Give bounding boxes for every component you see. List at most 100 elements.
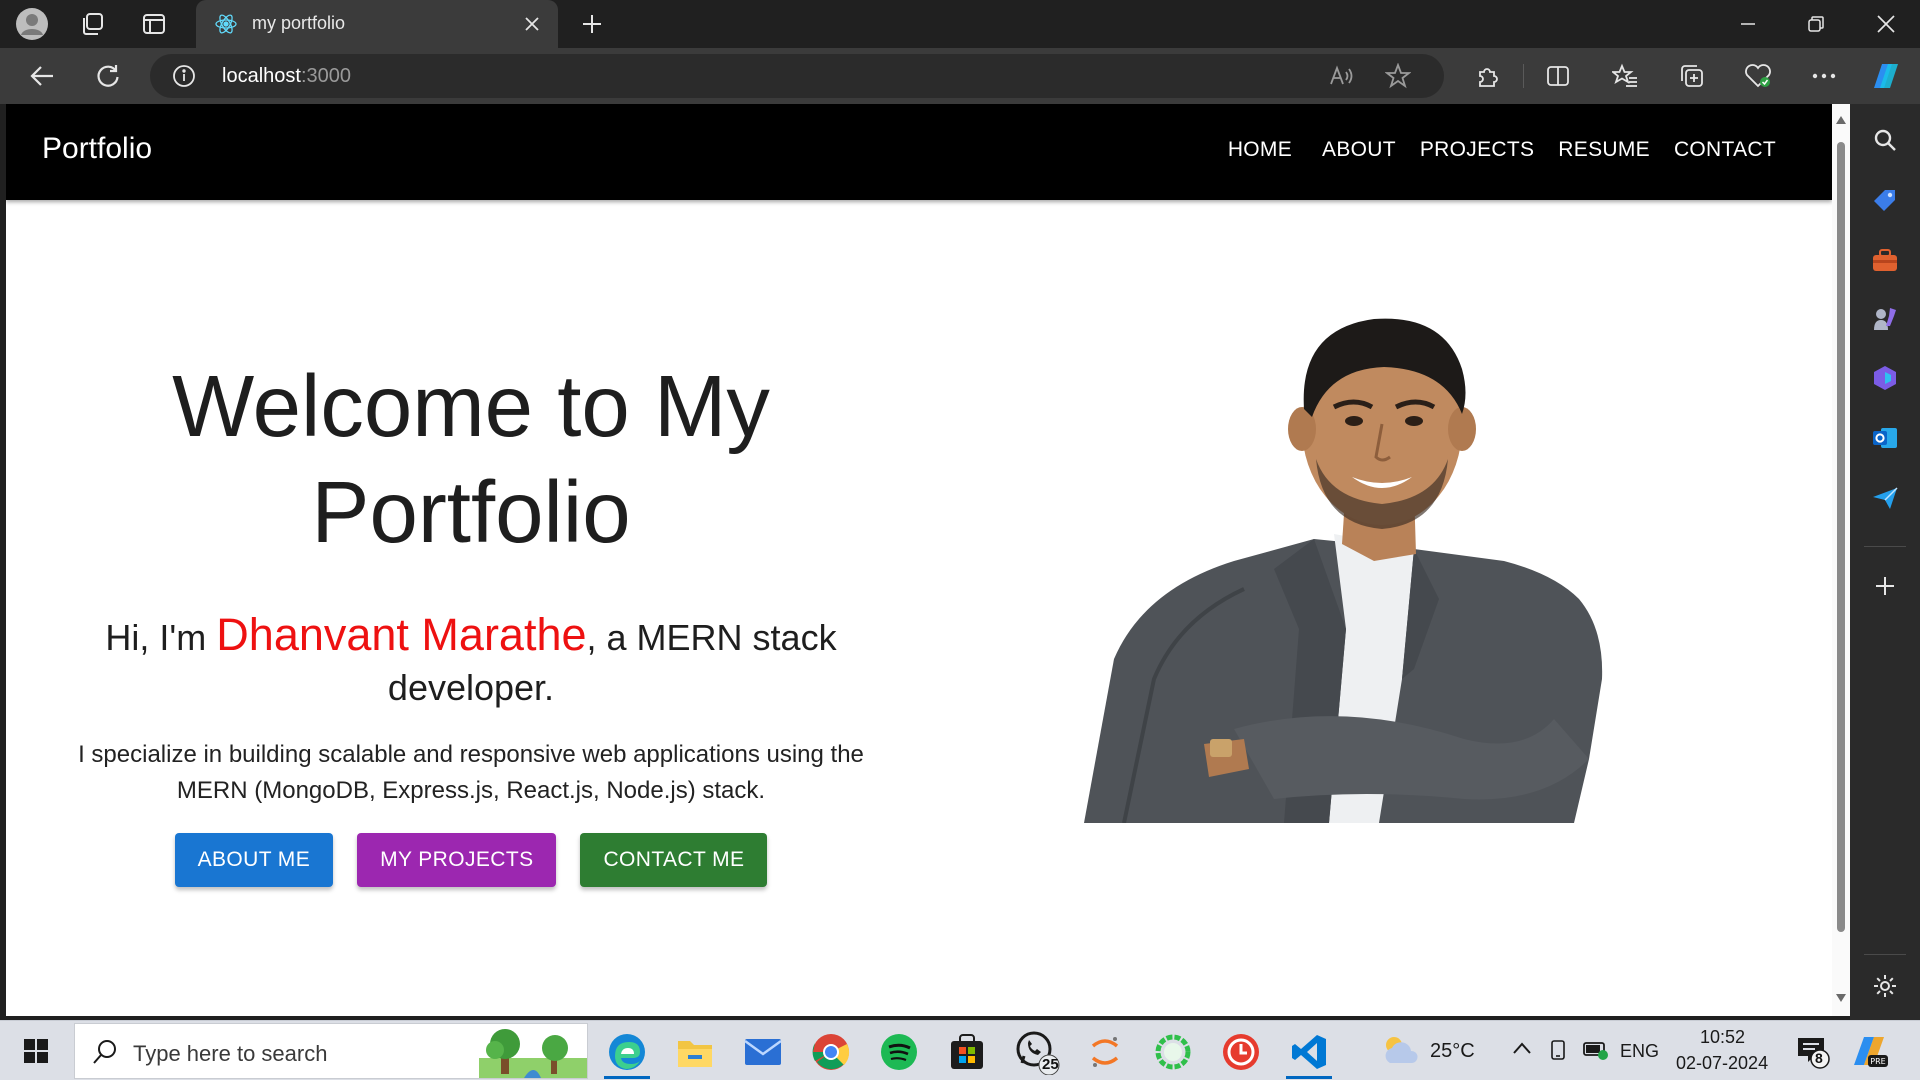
whatsapp-unread-badge: 25 xyxy=(1042,1056,1059,1073)
hero-sub-suffix: , a MERN stack xyxy=(586,617,837,658)
profile-photo xyxy=(1084,318,1603,823)
weather-temperature[interactable]: 25°C xyxy=(1430,1040,1475,1063)
copilot-preview-icon[interactable]: PRE xyxy=(1850,1031,1890,1076)
taskbar-jupyter-icon[interactable] xyxy=(1074,1025,1136,1079)
hero-title-line2: Portfolio xyxy=(311,464,631,561)
search-icon[interactable] xyxy=(1867,122,1903,158)
scroll-thumb[interactable] xyxy=(1837,142,1845,932)
taskbar-search-icon xyxy=(93,1040,116,1064)
clock-time[interactable]: 10:52 xyxy=(1700,1027,1745,1048)
tab-title: my portfolio xyxy=(252,13,346,33)
nav-home[interactable]: HOME xyxy=(1216,138,1304,162)
browser-titlebar: my portfolio xyxy=(0,0,1920,48)
nav-about[interactable]: ABOUT xyxy=(1310,138,1408,162)
tablet-mode-icon[interactable] xyxy=(1548,1039,1568,1066)
taskbar-spotify-icon[interactable] xyxy=(868,1025,930,1079)
sidebar-divider xyxy=(1864,546,1906,547)
sidebar-divider-bottom xyxy=(1864,954,1906,955)
page-viewport: Portfolio HOME ABOUT PROJECTS RESUME CON… xyxy=(6,104,1832,1016)
more-options-icon[interactable] xyxy=(1806,58,1842,94)
react-icon xyxy=(214,12,238,41)
svg-text:PRE: PRE xyxy=(1870,1057,1885,1066)
taskbar-vscode-icon[interactable] xyxy=(1278,1025,1340,1079)
main-nav: HOME ABOUT PROJECTS RESUME CONTACT xyxy=(1216,138,1788,162)
extensions-icon[interactable] xyxy=(1470,58,1506,94)
workspaces-icon[interactable] xyxy=(74,6,110,42)
tools-briefcase-icon[interactable] xyxy=(1867,242,1903,278)
taskbar-whatsapp-icon[interactable]: 25 xyxy=(1006,1025,1068,1079)
scroll-down-icon[interactable] xyxy=(1836,994,1846,1002)
taskbar-store-icon[interactable] xyxy=(936,1025,998,1079)
read-aloud-icon[interactable] xyxy=(1324,58,1360,94)
site-info-icon[interactable] xyxy=(172,64,196,93)
favorite-star-icon[interactable] xyxy=(1380,58,1416,94)
tab-actions-icon[interactable] xyxy=(136,6,172,42)
hero-sub-prefix: Hi, I'm xyxy=(105,617,217,658)
search-placeholder: Type here to search xyxy=(133,1041,328,1066)
search-highlight-illustration-icon xyxy=(479,1029,587,1078)
close-window-icon[interactable] xyxy=(1852,0,1920,48)
browser-toolbar: localhost:3000 xyxy=(0,48,1920,104)
page-scrollbar[interactable] xyxy=(1832,104,1850,1016)
my-projects-button[interactable]: MY PROJECTS xyxy=(357,833,557,887)
notification-center-icon[interactable]: 8 xyxy=(1796,1035,1832,1074)
notification-count: 8 xyxy=(1815,1050,1823,1066)
app-header: Portfolio HOME ABOUT PROJECTS RESUME CON… xyxy=(6,104,1832,200)
hero-name: Dhanvant Marathe xyxy=(216,609,587,660)
taskbar-chrome-icon[interactable] xyxy=(800,1025,862,1079)
address-bar[interactable]: localhost:3000 xyxy=(150,54,1444,98)
browser-essentials-icon[interactable] xyxy=(1740,58,1776,94)
back-icon[interactable] xyxy=(24,58,60,94)
scroll-up-icon[interactable] xyxy=(1836,116,1846,124)
input-language[interactable]: ENG xyxy=(1620,1041,1659,1062)
taskbar-mail-icon[interactable] xyxy=(732,1025,794,1079)
url-host: localhost xyxy=(222,65,301,87)
split-screen-icon[interactable] xyxy=(1540,58,1576,94)
hero-buttons: ABOUT ME MY PROJECTS CONTACT ME xyxy=(46,833,896,887)
brand-title[interactable]: Portfolio xyxy=(42,132,152,166)
profile-icon[interactable] xyxy=(14,6,50,42)
about-me-button[interactable]: ABOUT ME xyxy=(174,833,334,887)
nav-projects[interactable]: PROJECTS xyxy=(1408,138,1546,162)
shopping-tag-icon[interactable] xyxy=(1867,182,1903,218)
new-tab-icon[interactable] xyxy=(574,6,610,42)
favorites-icon[interactable] xyxy=(1607,58,1643,94)
browser-tab[interactable]: my portfolio xyxy=(196,0,558,48)
taskbar-progress-app-icon[interactable] xyxy=(1142,1025,1204,1079)
hero-section: Welcome to My Portfolio Hi, I'm Dhanvant… xyxy=(46,354,896,887)
hero-description: I specialize in building scalable and re… xyxy=(78,741,864,804)
hero-title-line1: Welcome to My xyxy=(172,358,770,455)
weather-icon[interactable] xyxy=(1380,1033,1420,1072)
hero-title: Welcome to My Portfolio xyxy=(46,354,896,566)
close-tab-icon[interactable] xyxy=(520,12,544,36)
refresh-icon[interactable] xyxy=(90,58,126,94)
windows-taskbar: Type here to search 25 25°C ENG 10:52 02… xyxy=(0,1020,1920,1080)
edge-sidebar xyxy=(1850,104,1920,1020)
taskbar-edge-icon[interactable] xyxy=(596,1025,658,1079)
minimize-icon[interactable] xyxy=(1714,0,1782,48)
taskbar-search-box[interactable]: Type here to search xyxy=(74,1023,588,1079)
send-icon[interactable] xyxy=(1867,480,1903,516)
battery-icon[interactable] xyxy=(1582,1039,1610,1066)
url-text[interactable]: localhost:3000 xyxy=(222,65,351,88)
toolbar-divider xyxy=(1523,64,1524,88)
clock-date[interactable]: 02-07-2024 xyxy=(1676,1053,1768,1074)
collections-icon[interactable] xyxy=(1674,58,1710,94)
sidebar-settings-icon[interactable] xyxy=(1867,968,1903,1004)
taskbar-file-explorer-icon[interactable] xyxy=(664,1025,726,1079)
hero-sub-suffix-line2: developer. xyxy=(387,667,555,708)
games-icon[interactable] xyxy=(1867,300,1903,336)
outlook-icon[interactable] xyxy=(1867,420,1903,456)
show-hidden-icons-icon[interactable] xyxy=(1512,1041,1532,1060)
hero-subtitle: Hi, I'm Dhanvant Marathe, a MERN stack d… xyxy=(46,610,896,713)
copilot-icon[interactable] xyxy=(1868,58,1904,94)
nav-contact[interactable]: CONTACT xyxy=(1662,138,1788,162)
add-sidebar-app-icon[interactable] xyxy=(1867,568,1903,604)
contact-me-button[interactable]: CONTACT ME xyxy=(580,833,768,887)
url-port: :3000 xyxy=(300,65,351,87)
windows-start-icon[interactable] xyxy=(0,1021,72,1080)
restore-icon[interactable] xyxy=(1782,0,1850,48)
taskbar-clock-app-icon[interactable] xyxy=(1210,1025,1272,1079)
copilot-designer-icon[interactable] xyxy=(1867,360,1903,396)
nav-resume[interactable]: RESUME xyxy=(1546,138,1662,162)
